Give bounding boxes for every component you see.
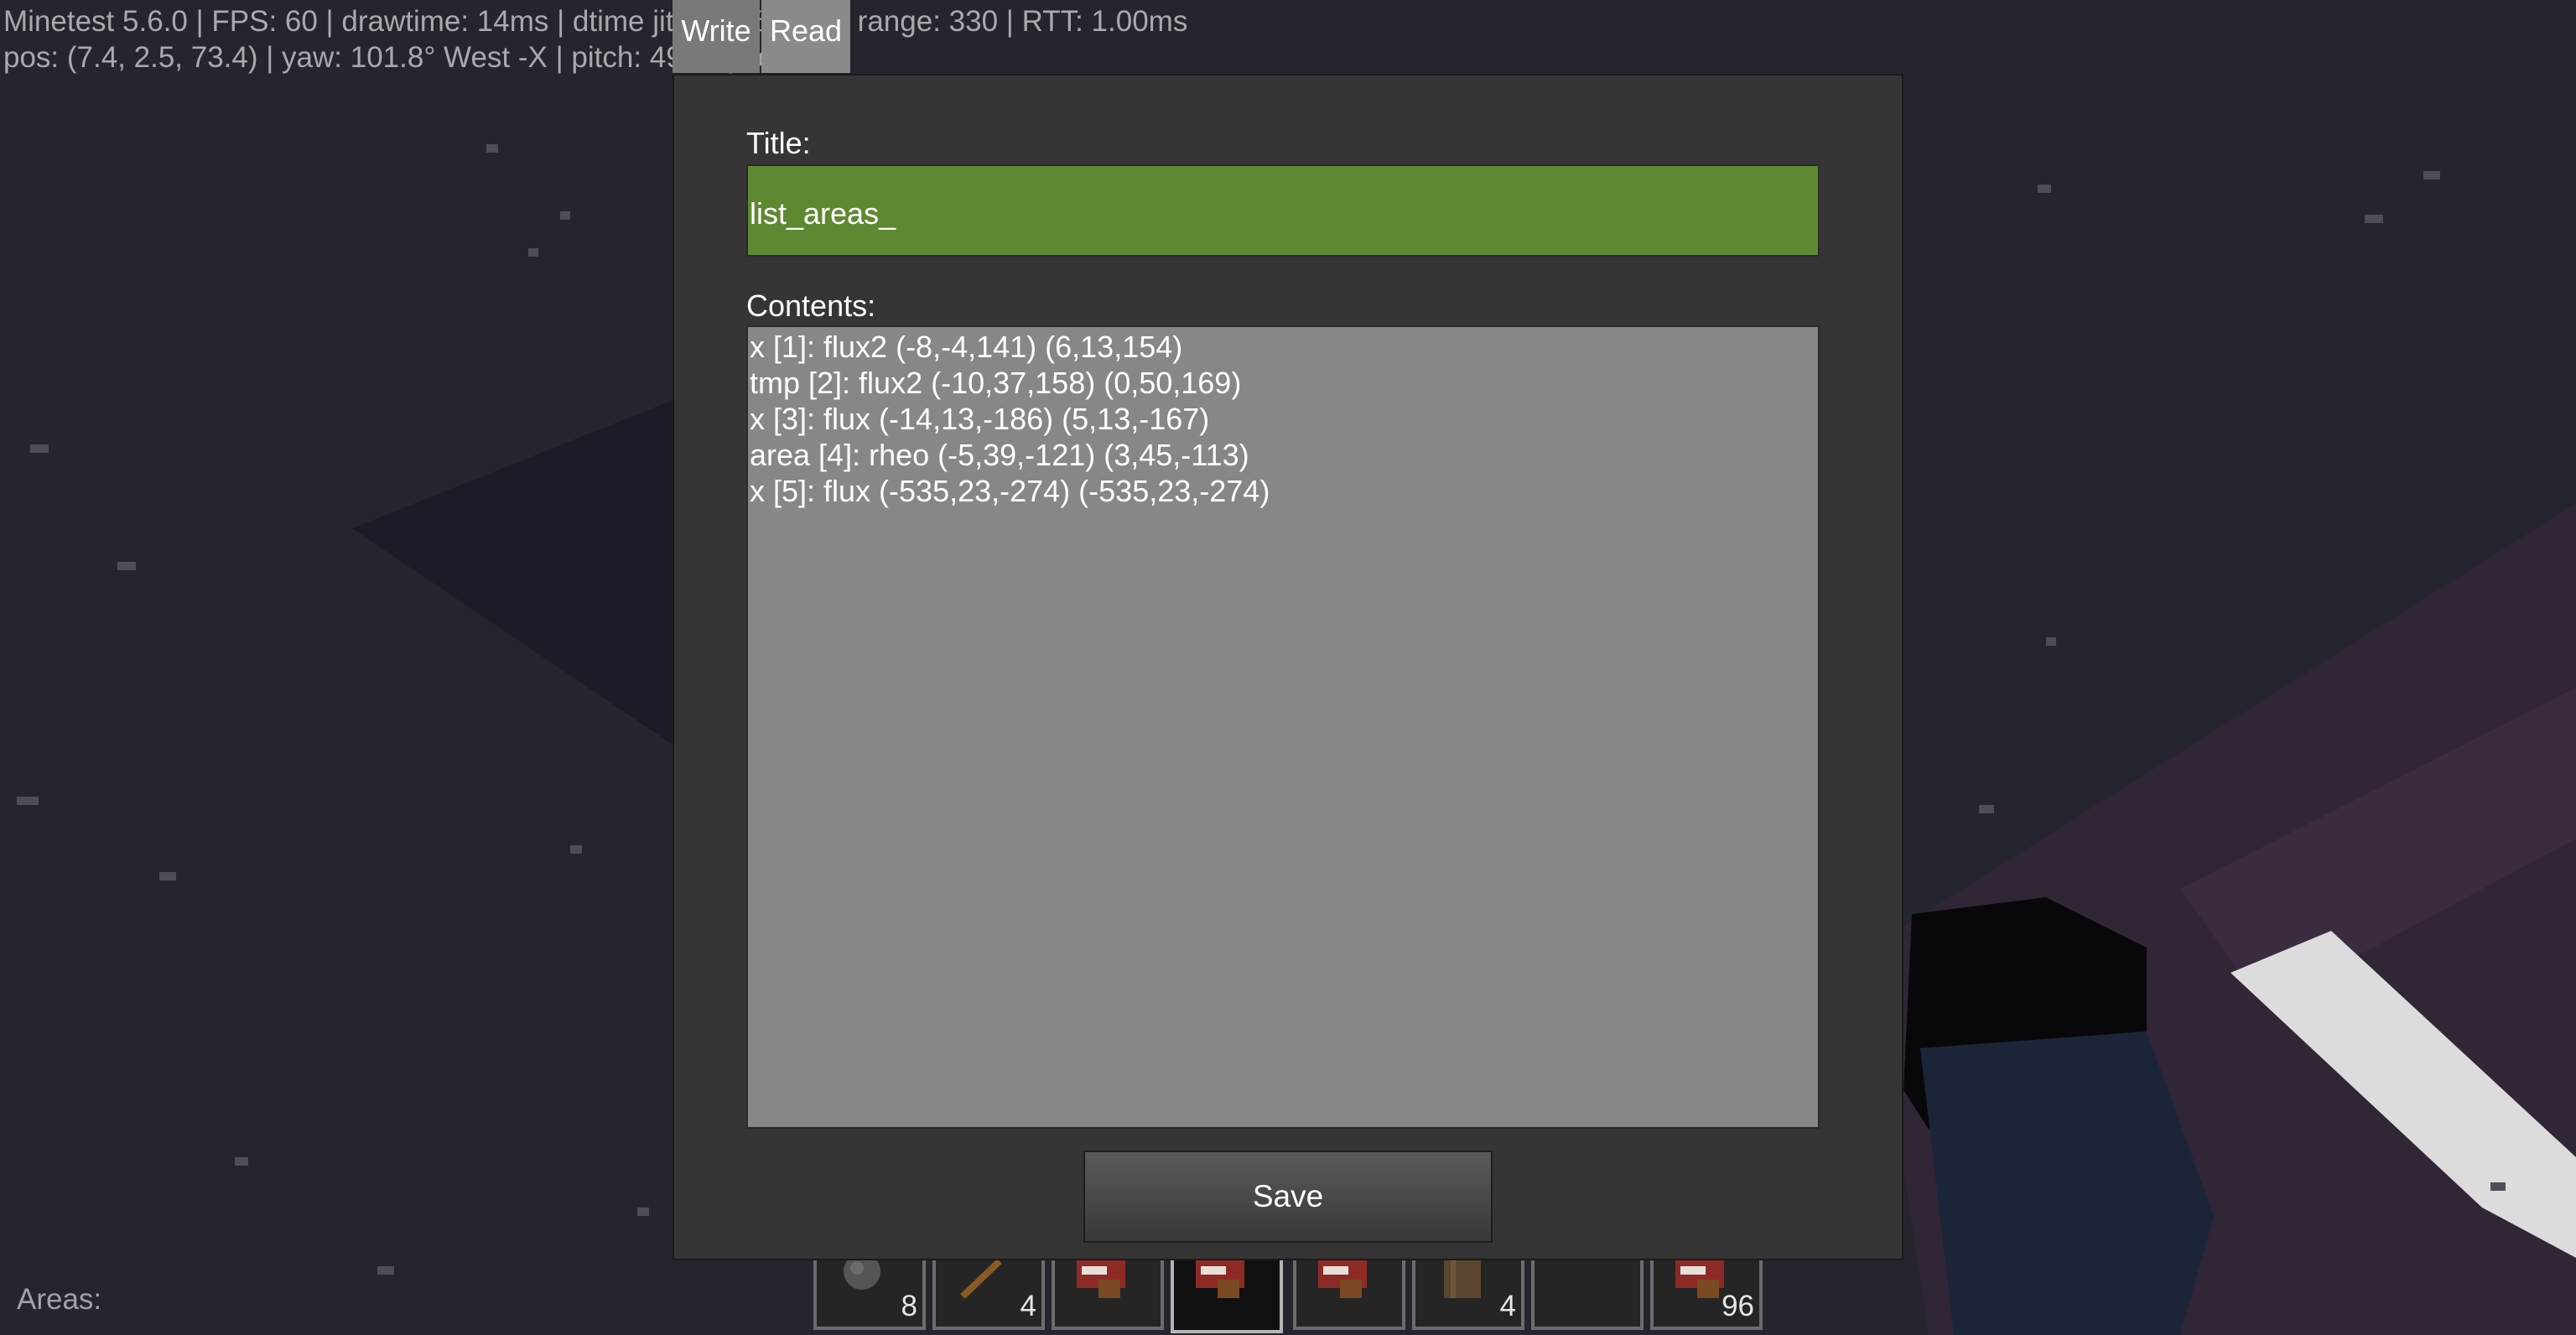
book-icon (1675, 1260, 1724, 1298)
contents-line: area [4]: rheo (-5,39,-121) (3,45,-113) (750, 438, 1249, 472)
wood-icon (1444, 1260, 1481, 1298)
book-icon (1196, 1260, 1244, 1298)
slot-count: 96 (1722, 1290, 1754, 1322)
contents-line: x [1]: flux2 (-8,-4,141) (6,13,154) (750, 330, 1183, 364)
hotbar-slot-7[interactable] (1531, 1256, 1644, 1330)
hotbar: 8 4 4 96 (813, 1256, 1763, 1335)
book-icon (1077, 1260, 1125, 1298)
hotbar-slot-2[interactable]: 4 (932, 1256, 1045, 1330)
slot-count: 4 (1499, 1290, 1516, 1322)
stone-icon (844, 1260, 880, 1290)
save-button[interactable]: Save (1083, 1151, 1493, 1243)
book-edit-dialog: Title: list_areas_ Contents: x [1]: flux… (673, 74, 1903, 1260)
areas-hud-label: Areas: (17, 1283, 102, 1316)
hotbar-slot-3[interactable] (1052, 1256, 1164, 1330)
tab-read[interactable]: Read (761, 0, 850, 73)
hotbar-slot-1[interactable]: 8 (813, 1256, 926, 1330)
contents-line: x [3]: flux (-14,13,-186) (5,13,-167) (750, 402, 1210, 436)
tab-write[interactable]: Write (673, 0, 760, 73)
slot-count: 4 (1020, 1290, 1036, 1322)
hotbar-slot-6[interactable]: 4 (1412, 1256, 1524, 1330)
stick-icon (960, 1260, 1002, 1299)
hotbar-slot-5[interactable] (1293, 1256, 1405, 1330)
slot-count: 8 (901, 1290, 917, 1322)
contents-label: Contents: (746, 288, 876, 323)
hotbar-slot-8[interactable]: 96 (1650, 1256, 1763, 1330)
title-input[interactable]: list_areas_ (746, 164, 1820, 257)
book-icon (1318, 1260, 1367, 1298)
contents-line: tmp [2]: flux2 (-10,37,158) (0,50,169) (750, 366, 1242, 400)
title-label: Title: (746, 126, 811, 160)
contents-textarea[interactable]: x [1]: flux2 (-8,-4,141) (6,13,154) tmp … (746, 325, 1820, 1129)
contents-line: x [5]: flux (-535,23,-274) (-535,23,-274… (750, 474, 1270, 508)
hotbar-slot-4-selected[interactable] (1171, 1256, 1283, 1333)
debug-info-line-1: Minetest 5.6.0 | FPS: 60 | drawtime: 14m… (3, 5, 1188, 38)
